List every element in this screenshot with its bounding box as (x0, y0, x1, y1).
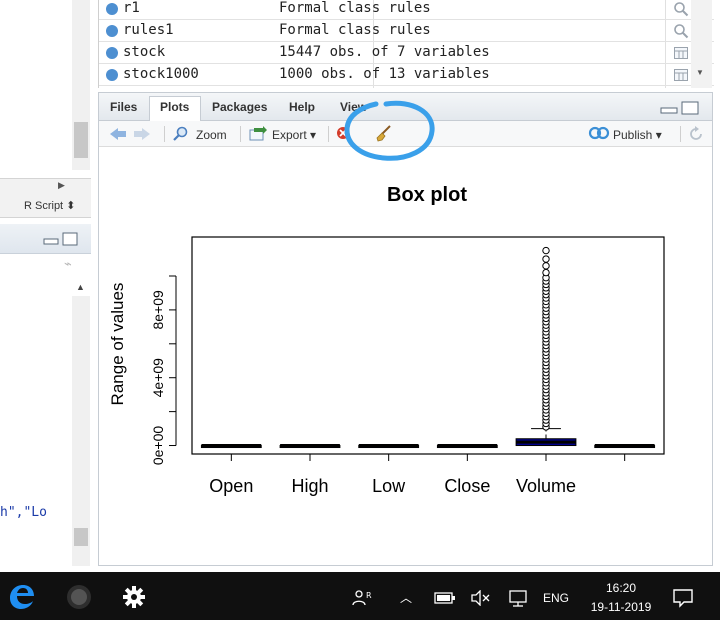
plot-frame (191, 236, 665, 455)
expand-object-icon[interactable] (106, 47, 118, 59)
box-low (358, 444, 420, 449)
forward-arrow-icon[interactable] (134, 128, 150, 140)
plot-area (200, 246, 656, 449)
x-tick-label: Open (209, 476, 253, 496)
box-series-5 (594, 444, 656, 449)
object-value: Formal class rules (279, 0, 431, 16)
search-icon[interactable] (673, 1, 689, 17)
network-icon[interactable] (508, 589, 530, 607)
box-open (200, 444, 262, 449)
script-type-select[interactable]: R Script ⬍ (24, 199, 75, 212)
expand-object-icon[interactable] (106, 25, 118, 37)
outlier-point (542, 262, 550, 270)
console-scrollbar[interactable] (72, 296, 90, 566)
object-name: stock (123, 44, 166, 60)
expand-object-icon[interactable] (106, 69, 118, 81)
table-row[interactable]: stock 15447 obs. of 7 variables (99, 42, 714, 64)
x-tick-label: High (291, 476, 328, 496)
minimize-pane-icon[interactable] (43, 238, 59, 245)
toolbar-separator (328, 126, 329, 142)
maximize-pane-icon[interactable] (62, 232, 78, 246)
search-icon[interactable] (673, 23, 689, 39)
pane-window-controls (43, 232, 78, 246)
pane-window-controls (660, 101, 699, 115)
export-icon[interactable] (249, 126, 267, 142)
object-value: 15447 obs. of 7 variables (279, 44, 490, 60)
y-tick-label: 0e+00 (150, 426, 166, 466)
object-name: stock1000 (123, 66, 199, 82)
box-high (279, 444, 341, 449)
tab-files[interactable]: Files (110, 100, 137, 114)
app-circle-icon[interactable] (66, 584, 92, 610)
outlier-point (542, 268, 550, 277)
zoom-button[interactable]: Zoom (196, 128, 227, 142)
object-name: rules1 (123, 22, 174, 38)
x-tick-label: Volume (516, 476, 576, 496)
scroll-up-icon[interactable]: ▲ (76, 282, 85, 292)
tab-help[interactable]: Help (289, 100, 315, 114)
object-value: Formal class rules (279, 22, 431, 38)
export-menu[interactable]: Export ▾ (272, 128, 316, 142)
grid-icon[interactable] (673, 67, 689, 83)
console-scrollbar-thumb[interactable] (74, 528, 88, 546)
expand-object-icon[interactable] (106, 3, 118, 15)
toolbar-separator (680, 126, 681, 142)
history-nav (110, 128, 150, 140)
publish-menu[interactable]: Publish ▾ (613, 128, 662, 142)
toolbar-separator (240, 126, 241, 142)
taskbar-clock-time[interactable]: 16:20 (596, 581, 646, 595)
table-row[interactable]: rules1 Formal class rules (99, 20, 714, 42)
people-icon[interactable]: R (352, 589, 374, 607)
box-volume (515, 246, 577, 447)
table-row[interactable]: stock1000 1000 obs. of 13 variables (99, 64, 714, 86)
svg-text:R: R (366, 591, 372, 600)
editor-scrollbar-thumb[interactable] (74, 122, 88, 158)
volume-muted-icon[interactable] (470, 590, 490, 606)
outlier-point (542, 255, 550, 263)
tab-packages[interactable]: Packages (212, 100, 267, 114)
box-plot-chart: Box plot Range of values 0e+00 4e+09 8e+09… (108, 184, 665, 496)
publish-icon[interactable] (588, 126, 610, 140)
taskbar-clock-date[interactable]: 19-11-2019 (584, 600, 658, 614)
scroll-down-icon[interactable]: ▼ (696, 68, 704, 77)
settings-gear-icon[interactable] (122, 585, 146, 609)
edge-browser-icon[interactable] (8, 584, 36, 610)
chart-title: Box plot (387, 184, 467, 206)
show-hidden-icons-icon[interactable]: ︿ (400, 589, 412, 606)
outlier-point (542, 246, 550, 255)
y-axis-label: Range of values (108, 283, 127, 406)
input-language-indicator[interactable]: ENG (543, 591, 569, 605)
object-value: 1000 obs. of 13 variables (279, 66, 490, 82)
code-fragment: h","Lo (0, 505, 47, 520)
grid-icon[interactable] (673, 45, 689, 61)
back-arrow-icon[interactable] (110, 128, 126, 140)
x-tick-label: Low (372, 476, 406, 496)
toolbar-separator (164, 126, 165, 142)
box-close (436, 444, 498, 449)
maximize-pane-icon[interactable] (681, 101, 699, 115)
battery-icon[interactable] (434, 591, 456, 605)
environment-table: r1 Formal class rules rules1 Formal clas… (98, 0, 714, 88)
y-tick-label: 8e+09 (150, 290, 166, 330)
tab-plots[interactable]: Plots (160, 100, 189, 114)
y-tick-label: 4e+09 (150, 358, 166, 398)
notifications-icon[interactable] (672, 588, 694, 608)
object-name: r1 (123, 0, 140, 16)
refresh-icon[interactable] (688, 126, 704, 142)
zoom-icon[interactable] (173, 126, 189, 142)
x-tick-label: Close (444, 476, 490, 496)
minimize-pane-icon[interactable] (660, 107, 678, 114)
caret-right-icon[interactable]: ▶ (58, 180, 65, 191)
y-axis: 0e+00 4e+09 8e+09 Open High Low Close Volume (150, 275, 626, 496)
clear-console-icon[interactable]: ⌁ (64, 256, 72, 272)
table-row[interactable]: r1 Formal class rules (99, 0, 714, 20)
editor-status-bar (0, 178, 91, 218)
